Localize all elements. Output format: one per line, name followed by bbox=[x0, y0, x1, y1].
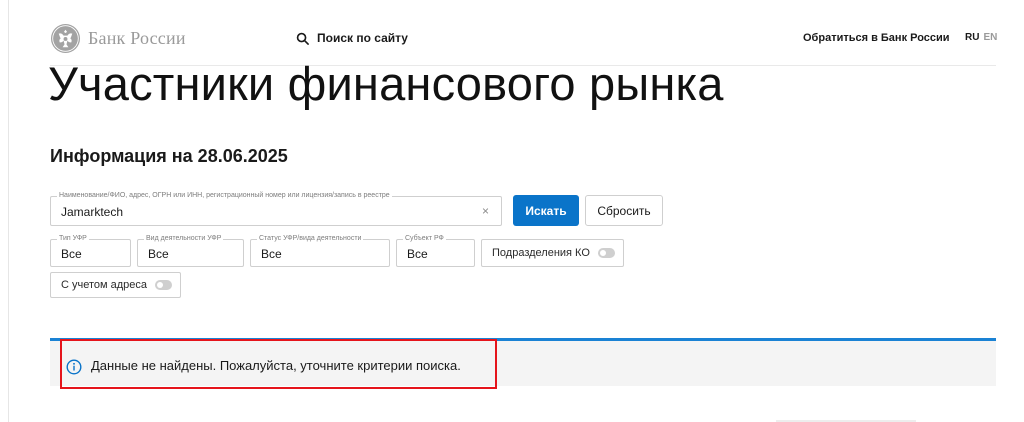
clear-icon[interactable]: × bbox=[482, 205, 489, 217]
annotation-highlight-box bbox=[60, 339, 497, 389]
reset-button[interactable]: Сбросить bbox=[585, 195, 663, 226]
filter-region-value: Все bbox=[407, 247, 428, 261]
name-field-legend: Наименование/ФИО, адрес, ОГРН или ИНН, р… bbox=[57, 191, 392, 201]
filter-region[interactable]: Субъект РФ Все bbox=[396, 234, 475, 267]
name-field-value[interactable]: Jamarktech bbox=[61, 205, 123, 219]
address-toggle-label: С учетом адреса bbox=[61, 279, 148, 291]
contact-bank-link[interactable]: Обратиться в Банк России bbox=[803, 32, 950, 44]
filter-status-value: Все bbox=[261, 247, 282, 261]
search-button[interactable]: Искать bbox=[513, 195, 579, 226]
name-search-field[interactable]: Наименование/ФИО, адрес, ОГРН или ИНН, р… bbox=[50, 191, 502, 226]
logo-text: Банк России bbox=[88, 28, 186, 48]
search-label: Поиск по сайту bbox=[317, 31, 408, 45]
site-search-button[interactable]: Поиск по сайту bbox=[296, 31, 408, 45]
filter-region-legend: Субъект РФ bbox=[403, 234, 446, 244]
filter-status[interactable]: Статус УФР/вида деятельности Все bbox=[250, 234, 390, 267]
address-toggle-box[interactable]: С учетом адреса bbox=[50, 272, 181, 298]
filter-activity-type-legend: Вид деятельности УФР bbox=[144, 234, 224, 244]
double-eagle-emblem-icon bbox=[50, 23, 81, 54]
filter-ufr-type[interactable]: Тип УФР Все bbox=[50, 234, 131, 267]
branches-toggle-switch[interactable] bbox=[597, 248, 615, 258]
lang-en[interactable]: EN bbox=[983, 32, 997, 43]
filter-status-legend: Статус УФР/вида деятельности bbox=[257, 234, 364, 244]
filter-activity-type[interactable]: Вид деятельности УФР Все bbox=[137, 234, 244, 267]
lang-ru[interactable]: RU bbox=[965, 32, 979, 43]
branches-toggle-box[interactable]: Подразделения КО bbox=[481, 239, 624, 267]
filter-activity-type-value: Все bbox=[148, 247, 169, 261]
language-switch: RU EN bbox=[965, 32, 997, 43]
filter-ufr-type-value: Все bbox=[61, 247, 82, 261]
search-icon bbox=[296, 32, 309, 45]
bank-logo[interactable]: Банк России bbox=[50, 23, 186, 54]
page-title: Участники финансового рынка bbox=[48, 57, 724, 110]
address-toggle-switch[interactable] bbox=[155, 280, 173, 290]
filter-ufr-type-legend: Тип УФР bbox=[57, 234, 89, 244]
branches-toggle-label: Подразделения КО bbox=[492, 247, 590, 259]
info-date-heading: Информация на 28.06.2025 bbox=[50, 146, 288, 166]
